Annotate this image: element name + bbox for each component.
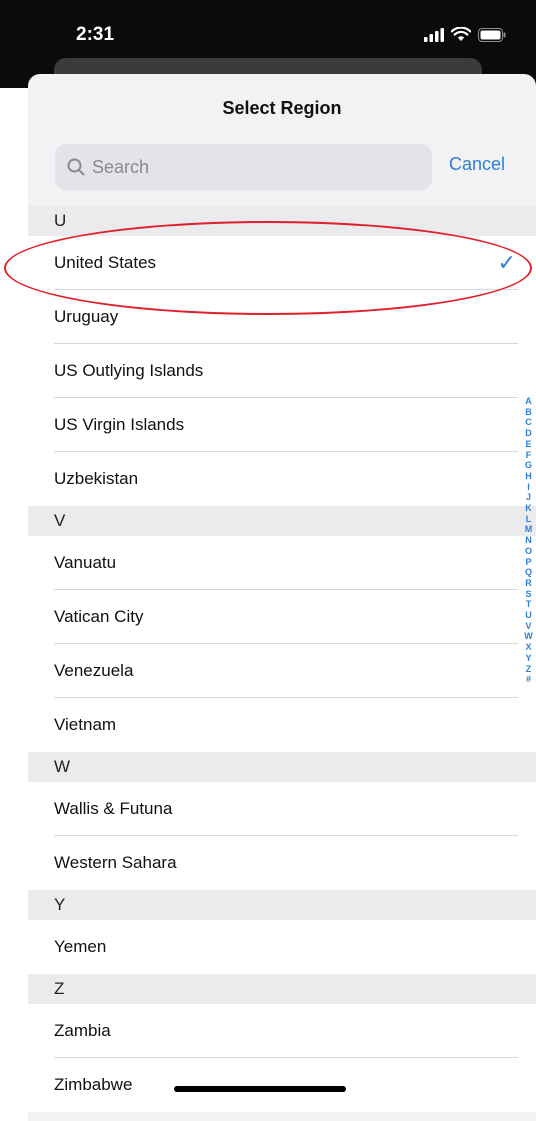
index-letter[interactable]: Z [526, 664, 532, 675]
region-label: US Outlying Islands [54, 361, 204, 380]
region-row[interactable]: Zimbabwe [28, 1058, 536, 1112]
cellular-signal-icon [424, 27, 444, 42]
region-label: US Virgin Islands [54, 415, 185, 434]
index-letter[interactable]: O [525, 546, 532, 557]
index-letter[interactable]: N [525, 535, 532, 546]
region-row[interactable]: United States ✓ [28, 236, 536, 290]
search-input[interactable] [92, 156, 412, 178]
home-indicator [174, 1086, 346, 1092]
region-label: United States [54, 253, 157, 272]
index-letter[interactable]: D [525, 428, 532, 439]
index-letter[interactable]: Q [525, 567, 532, 578]
region-row[interactable]: Vanuatu [28, 536, 536, 590]
battery-icon [478, 27, 506, 42]
region-label: Wallis & Futuna [54, 799, 173, 818]
region-label: Vanuatu [54, 553, 117, 572]
cancel-button[interactable]: Cancel [449, 154, 505, 175]
region-row[interactable]: Western Sahara [28, 836, 536, 890]
region-row[interactable]: Zambia [28, 1004, 536, 1058]
index-letter[interactable]: R [525, 578, 532, 589]
index-letter[interactable]: K [525, 503, 532, 514]
index-letter[interactable]: P [525, 557, 531, 568]
region-row[interactable]: Vietnam [28, 698, 536, 752]
index-letter[interactable]: V [525, 621, 531, 632]
index-letter[interactable]: W [524, 631, 533, 642]
index-letter[interactable]: M [525, 524, 533, 535]
index-letter[interactable]: B [525, 407, 532, 418]
region-label: Zimbabwe [54, 1075, 133, 1094]
region-label: Venezuela [54, 661, 134, 680]
sheet-title: Select Region [222, 98, 342, 118]
index-letter[interactable]: # [526, 674, 531, 685]
region-row[interactable]: Vatican City [28, 590, 536, 644]
status-time: 2:31 [76, 24, 115, 45]
region-row[interactable]: Uzbekistan [28, 452, 536, 506]
region-row[interactable]: US Outlying Islands [28, 344, 536, 398]
index-letter[interactable]: L [526, 514, 532, 525]
index-letter[interactable]: G [525, 460, 532, 471]
region-label: Zambia [54, 1021, 111, 1040]
region-list: U United States ✓ Uruguay US Outlying Island… [28, 206, 536, 1112]
region-row[interactable]: Yemen [28, 920, 536, 974]
region-label: Vietnam [54, 715, 117, 734]
index-letter[interactable]: A [525, 396, 532, 407]
index-letter[interactable]: E [525, 439, 531, 450]
index-letter[interactable]: F [526, 450, 532, 461]
region-picker-sheet: Select Region Cancel U United States ✓ Urug… [28, 74, 536, 1121]
region-label: Uruguay [54, 307, 119, 326]
region-label: Western Sahara [54, 853, 177, 872]
region-row[interactable]: Venezuela [28, 644, 536, 698]
region-label: Vatican City [54, 607, 144, 626]
index-letter[interactable]: C [525, 417, 532, 428]
status-icons [424, 27, 506, 42]
index-letter[interactable]: J [526, 492, 531, 503]
wifi-icon [451, 27, 471, 41]
checkmark-icon: ✓ [497, 250, 516, 275]
section-index[interactable]: A B C D E F G H I J K L M N O P Q R S T U V W X Y Z # [521, 396, 536, 685]
section-header: W [28, 752, 536, 782]
section-header: V [28, 506, 536, 536]
region-label: Uzbekistan [54, 469, 139, 488]
region-label: Yemen [54, 937, 107, 956]
search-icon [67, 158, 85, 176]
region-row[interactable]: Uruguay [28, 290, 536, 344]
region-row[interactable]: US Virgin Islands [28, 398, 536, 452]
section-header: Z [28, 974, 536, 1004]
section-header: Y [28, 890, 536, 920]
index-letter[interactable]: U [525, 610, 532, 621]
index-letter[interactable]: Y [525, 653, 531, 664]
index-letter[interactable]: T [526, 599, 532, 610]
region-row[interactable]: Wallis & Futuna [28, 782, 536, 836]
search-field[interactable] [55, 144, 432, 190]
index-letter[interactable]: X [525, 642, 531, 653]
index-letter[interactable]: H [525, 471, 532, 482]
index-letter[interactable]: I [527, 482, 530, 493]
section-header: U [28, 206, 536, 236]
index-letter[interactable]: S [525, 589, 531, 600]
